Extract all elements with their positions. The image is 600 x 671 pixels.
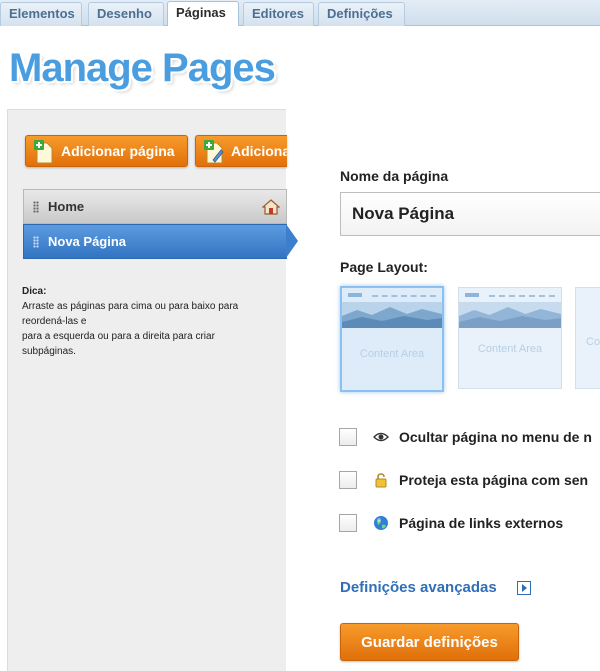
hide-page-label: Ocultar página no menu de n (399, 429, 592, 445)
page-layout-label: Page Layout: (340, 259, 428, 275)
tab-paginas[interactable]: Páginas (167, 1, 239, 26)
page-list: Home Nova Página (23, 189, 298, 259)
layout-header (459, 288, 561, 302)
page-item-label: Nova Página (48, 234, 127, 249)
protect-page-label: Proteja esta página com sen (399, 472, 589, 488)
protect-page-option: Proteja esta página com sen (339, 471, 600, 491)
protect-page-checkbox[interactable] (339, 471, 357, 489)
layout-option-2[interactable]: Content Area (458, 287, 562, 389)
page-item-label: Home (48, 199, 85, 214)
top-tab-bar: Elementos Desenho Páginas Editores Defin… (0, 0, 600, 26)
page-name-label: Nome da página (340, 168, 449, 184)
landscape-icon (459, 302, 561, 328)
expand-arrow-icon[interactable] (517, 581, 531, 595)
eye-icon (373, 432, 389, 442)
save-settings-button[interactable]: Guardar definições (340, 623, 519, 661)
tip-line: subpáginas. (22, 346, 76, 357)
tip-line: para a esquerda ou para a direita para c… (22, 331, 215, 342)
hide-page-option: Ocultar página no menu de n (339, 428, 600, 448)
add-second-button[interactable]: Adiciona (195, 135, 287, 167)
page-item-nova-pagina[interactable]: Nova Página (23, 224, 298, 259)
advanced-settings-link[interactable]: Definições avançadas (340, 579, 497, 596)
layout-option-1[interactable]: Content Area (340, 286, 444, 392)
content-area-label: Content Area (477, 343, 543, 355)
content-area-label: Co (586, 336, 600, 348)
landscape-icon (342, 302, 442, 328)
tip-line: reordená-las e (22, 316, 87, 327)
hide-page-checkbox[interactable] (339, 428, 357, 446)
drag-handle-icon[interactable] (33, 236, 39, 248)
tip-line: Arraste as páginas para cima ou para bai… (22, 301, 239, 312)
tip-title: Dica: (22, 286, 47, 297)
new-page-icon (34, 140, 53, 164)
page-name-input[interactable] (340, 192, 600, 236)
content-area-label: Content Area (359, 348, 425, 360)
add-page-label: Adicionar página (61, 143, 175, 159)
page-title: Manage Pages (9, 46, 276, 90)
external-links-option: Página de links externos (339, 514, 600, 534)
globe-icon (374, 516, 388, 530)
layout-header (342, 288, 442, 302)
lock-icon (375, 473, 387, 488)
edit-page-icon (204, 140, 224, 164)
home-icon (262, 199, 280, 215)
pages-sidebar: Adicionar página Adiciona Home Nova Pági… (7, 109, 298, 671)
add-page-button[interactable]: Adicionar página (25, 135, 188, 167)
tab-elementos[interactable]: Elementos (0, 2, 82, 26)
external-links-label: Página de links externos (399, 515, 564, 531)
layout-option-3[interactable]: Co (575, 287, 600, 389)
tab-editores[interactable]: Editores (243, 2, 314, 26)
tab-desenho[interactable]: Desenho (88, 2, 164, 26)
tab-definicoes[interactable]: Definições (318, 2, 405, 26)
drag-handle-icon[interactable] (33, 201, 39, 213)
external-links-checkbox[interactable] (339, 514, 357, 532)
drag-tip: Dica: Arraste as páginas para cima ou pa… (22, 284, 282, 359)
add-second-label: Adiciona (231, 143, 287, 159)
page-item-home[interactable]: Home (23, 189, 287, 224)
